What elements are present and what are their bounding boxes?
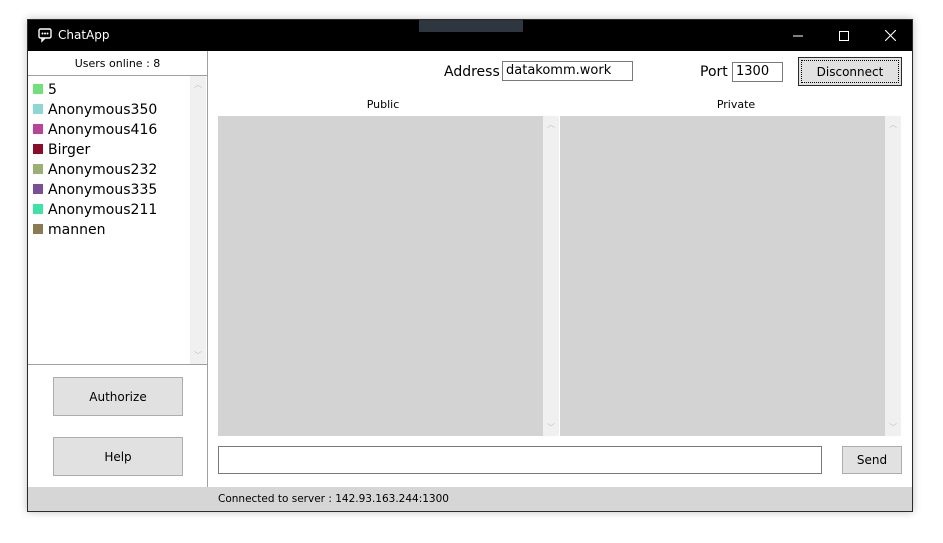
chat-app-icon bbox=[37, 27, 53, 43]
scroll-up-icon[interactable]: ︿ bbox=[190, 79, 206, 90]
public-chat-pane[interactable] bbox=[218, 116, 543, 436]
scroll-down-icon[interactable]: ﹀ bbox=[885, 422, 901, 433]
user-item[interactable]: Birger bbox=[33, 140, 90, 160]
title-bar-strip bbox=[419, 20, 523, 32]
close-button[interactable] bbox=[867, 20, 913, 51]
users-scrollbar[interactable]: ︿ ﹀ bbox=[190, 76, 206, 364]
user-name: Anonymous211 bbox=[48, 202, 158, 218]
users-list[interactable]: 5 Anonymous350 Anonymous416 Birger Anony… bbox=[28, 75, 207, 365]
user-name: 5 bbox=[48, 82, 57, 98]
user-color-swatch bbox=[33, 204, 43, 214]
port-label: Port bbox=[700, 64, 728, 80]
users-panel: Users online : 8 5 Anonymous350 Anonymou… bbox=[28, 51, 208, 487]
maximize-button[interactable] bbox=[821, 20, 867, 51]
user-name: mannen bbox=[48, 222, 106, 238]
user-name: Anonymous232 bbox=[48, 162, 158, 178]
user-item[interactable]: mannen bbox=[33, 220, 105, 240]
send-button[interactable]: Send bbox=[842, 446, 902, 474]
user-name: Anonymous416 bbox=[48, 122, 158, 138]
public-scrollbar[interactable]: ︿ ﹀ bbox=[543, 116, 559, 436]
scroll-down-icon[interactable]: ﹀ bbox=[190, 350, 206, 361]
public-label: Public bbox=[366, 98, 400, 111]
user-color-swatch bbox=[33, 124, 43, 134]
scroll-up-icon[interactable]: ︿ bbox=[885, 119, 901, 130]
private-scrollbar[interactable]: ︿ ﹀ bbox=[885, 116, 901, 436]
scroll-down-icon[interactable]: ﹀ bbox=[543, 422, 559, 433]
port-field[interactable]: 1300 bbox=[732, 62, 783, 82]
authorize-button[interactable]: Authorize bbox=[53, 377, 183, 416]
user-color-swatch bbox=[33, 184, 43, 194]
scroll-up-icon[interactable]: ︿ bbox=[543, 119, 559, 130]
user-color-swatch bbox=[33, 144, 43, 154]
window-title: ChatApp bbox=[58, 28, 110, 42]
user-color-swatch bbox=[33, 164, 43, 174]
chatapp-window: ChatApp Users online : 8 5 Anonymous350 … bbox=[27, 19, 913, 512]
user-name: Anonymous350 bbox=[48, 102, 158, 118]
user-name: Birger bbox=[48, 142, 91, 158]
maximize-icon bbox=[839, 30, 849, 41]
private-label: Private bbox=[716, 98, 756, 111]
user-item[interactable]: Anonymous416 bbox=[33, 120, 157, 140]
user-name: Anonymous335 bbox=[48, 182, 158, 198]
address-label: Address bbox=[444, 64, 500, 80]
minimize-button[interactable] bbox=[775, 20, 821, 51]
help-button[interactable]: Help bbox=[53, 437, 183, 476]
connection-status: Connected to server : 142.93.163.244:130… bbox=[218, 493, 449, 505]
address-field[interactable]: datakomm.work bbox=[502, 61, 633, 81]
user-item[interactable]: Anonymous211 bbox=[33, 200, 157, 220]
user-color-swatch bbox=[33, 84, 43, 94]
user-color-swatch bbox=[33, 104, 43, 114]
user-item[interactable]: 5 bbox=[33, 80, 57, 100]
private-chat-pane[interactable] bbox=[560, 116, 885, 436]
user-item[interactable]: Anonymous232 bbox=[33, 160, 157, 180]
users-online-label: Users online : 8 bbox=[74, 57, 161, 70]
disconnect-button[interactable]: Disconnect bbox=[798, 57, 902, 86]
title-bar[interactable]: ChatApp bbox=[28, 20, 912, 51]
close-icon bbox=[884, 30, 896, 41]
user-color-swatch bbox=[33, 224, 43, 234]
message-input[interactable] bbox=[218, 446, 822, 474]
user-item[interactable]: Anonymous335 bbox=[33, 180, 157, 200]
minimize-icon bbox=[793, 35, 803, 36]
user-item[interactable]: Anonymous350 bbox=[33, 100, 157, 120]
status-bar: Connected to server : 142.93.163.244:130… bbox=[28, 487, 912, 511]
